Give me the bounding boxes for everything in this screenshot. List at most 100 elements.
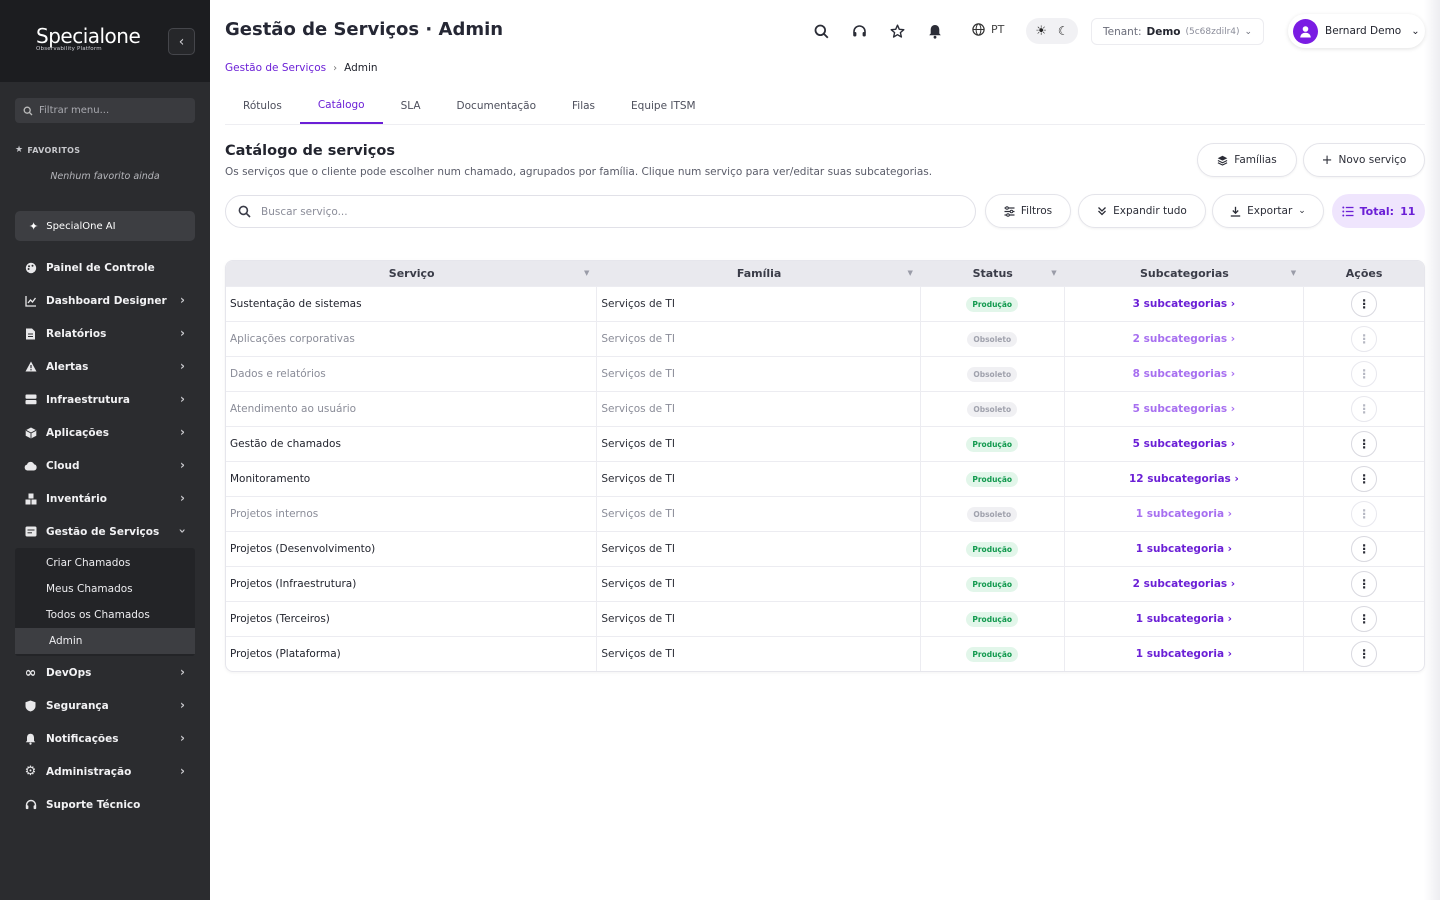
table-row[interactable]: Aplicações corporativas Serviços de TI Obs… — [226, 321, 1424, 356]
more-actions-button[interactable]: ⋮ — [1351, 501, 1378, 527]
sidebar-item-infraestrutura[interactable]: Infraestrutura › — [15, 383, 195, 416]
more-actions-button[interactable]: ⋮ — [1351, 431, 1378, 457]
language-label: PT — [991, 23, 1005, 36]
subcategories-link[interactable]: 8 subcategorias › — [1133, 368, 1235, 380]
column-header-servico[interactable]: Serviço ▼ — [226, 261, 597, 286]
sidebar-item-notificacoes[interactable]: Notificações › — [15, 722, 195, 755]
table-row[interactable]: Projetos (Desenvolvimento) Serviços de TI… — [226, 531, 1424, 566]
submenu-item-meus-chamados[interactable]: Meus Chamados — [15, 576, 195, 602]
sidebar-item-label: Inventário — [46, 492, 107, 505]
subcategories-link[interactable]: 1 subcategoria › — [1136, 613, 1232, 625]
subcategories-link[interactable]: 2 subcategorias › — [1133, 333, 1235, 345]
column-header-subcategorias[interactable]: Subcategorias ▼ — [1065, 261, 1305, 286]
filters-button[interactable]: Filtros — [985, 194, 1071, 228]
tab-equipe-itsm[interactable]: Equipe ITSM — [613, 88, 714, 124]
subcategories-link[interactable]: 1 subcategoria › — [1136, 543, 1232, 555]
subcategories-link[interactable]: 1 subcategoria › — [1136, 508, 1232, 520]
more-actions-button[interactable]: ⋮ — [1351, 326, 1378, 352]
sidebar-item-aplicacoes[interactable]: Aplicações › — [15, 416, 195, 449]
service-name[interactable]: Projetos (Plataforma) — [230, 648, 341, 660]
breadcrumb-link[interactable]: Gestão de Serviços — [225, 62, 326, 74]
service-name[interactable]: Dados e relatórios — [230, 368, 326, 380]
tab-documentacao[interactable]: Documentação — [439, 88, 554, 124]
table-row[interactable]: Gestão de chamados Serviços de TI Produção… — [226, 426, 1424, 461]
support-button[interactable] — [848, 20, 870, 42]
sort-icon[interactable]: ▼ — [584, 269, 589, 277]
service-name[interactable]: Projetos internos — [230, 508, 318, 520]
sidebar-item-seguranca[interactable]: Segurança › — [15, 689, 195, 722]
sort-icon[interactable]: ▼ — [1051, 269, 1056, 277]
service-name[interactable]: Projetos (Terceiros) — [230, 613, 330, 625]
table-row[interactable]: Dados e relatórios Serviços de TI Obsoleto… — [226, 356, 1424, 391]
logo[interactable]: Specialone Observability Platform — [36, 24, 141, 52]
table-row[interactable]: Atendimento ao usuário Serviços de TI Obso… — [226, 391, 1424, 426]
column-header-familia[interactable]: Família ▼ — [597, 261, 920, 286]
service-name[interactable]: Monitoramento — [230, 473, 310, 485]
table-row[interactable]: Monitoramento Serviços de TI Produção 12 su… — [226, 461, 1424, 496]
table-row[interactable]: Projetos internos Serviços de TI Obsoleto 1… — [226, 496, 1424, 531]
service-name[interactable]: Sustentação de sistemas — [230, 298, 362, 310]
more-actions-button[interactable]: ⋮ — [1351, 396, 1378, 422]
sidebar-item-alertas[interactable]: Alertas › — [15, 350, 195, 383]
notifications-button[interactable] — [924, 20, 946, 42]
sidebar-item-inventario[interactable]: Inventário › — [15, 482, 195, 515]
column-header-status[interactable]: Status ▼ — [921, 261, 1065, 286]
more-actions-button[interactable]: ⋮ — [1351, 361, 1378, 387]
sidebar-item-devops[interactable]: ∞ DevOps › — [15, 656, 195, 689]
new-service-button[interactable]: + Novo serviço — [1303, 143, 1425, 177]
more-actions-button[interactable]: ⋮ — [1351, 641, 1378, 667]
service-name[interactable]: Projetos (Infraestrutura) — [230, 578, 356, 590]
menu-filter-input[interactable] — [39, 105, 179, 116]
sidebar-item-dashboard-designer[interactable]: Dashboard Designer › — [15, 284, 195, 317]
table-row[interactable]: Projetos (Infraestrutura) Serviços de TI P… — [226, 566, 1424, 601]
subcategories-link[interactable]: 5 subcategorias › — [1133, 438, 1235, 450]
families-button[interactable]: Famílias — [1197, 143, 1297, 177]
submenu-item-todos-chamados[interactable]: Todos os Chamados — [15, 602, 195, 628]
tab-rotulos[interactable]: Rótulos — [225, 88, 300, 124]
sidebar-item-painel[interactable]: Painel de Controle — [15, 251, 195, 284]
sidebar-item-administracao[interactable]: ⚙ Administração › — [15, 755, 195, 788]
service-name[interactable]: Aplicações corporativas — [230, 333, 355, 345]
subcategories-link[interactable]: 1 subcategoria › — [1136, 648, 1232, 660]
service-name[interactable]: Projetos (Desenvolvimento) — [230, 543, 375, 555]
sidebar-item-gestao-servicos[interactable]: Gestão de Serviços › — [15, 515, 195, 548]
expand-all-button[interactable]: Expandir tudo — [1078, 194, 1206, 228]
theme-toggle[interactable]: ☀ ☾ — [1026, 18, 1078, 44]
export-button[interactable]: Exportar ⌄ — [1212, 194, 1324, 228]
service-search-input[interactable] — [261, 205, 941, 218]
tenant-selector[interactable]: Tenant: Demo (5c68zdilr4) ⌄ — [1091, 18, 1265, 45]
sidebar-item-relatorios[interactable]: Relatórios › — [15, 317, 195, 350]
subcategories-cell: 1 subcategoria › — [1065, 497, 1305, 531]
table-row[interactable]: Projetos (Plataforma) Serviços de TI Produ… — [226, 636, 1424, 671]
more-actions-button[interactable]: ⋮ — [1351, 571, 1378, 597]
sort-icon[interactable]: ▼ — [1291, 269, 1296, 277]
more-actions-button[interactable]: ⋮ — [1351, 291, 1378, 317]
sidebar-item-suporte[interactable]: Suporte Técnico — [15, 788, 195, 821]
submenu-item-admin[interactable]: Admin — [15, 628, 195, 654]
specialone-ai-button[interactable]: ✦ SpecialOne AI — [15, 211, 195, 241]
subcategories-link[interactable]: 12 subcategorias › — [1129, 473, 1239, 485]
family-cell: Serviços de TI — [597, 392, 921, 426]
language-selector[interactable]: PT — [972, 23, 1004, 36]
table-row[interactable]: Sustentação de sistemas Serviços de TI Pro… — [226, 286, 1424, 321]
sort-icon[interactable]: ▼ — [907, 269, 912, 277]
search-button[interactable] — [810, 20, 832, 42]
tab-catalogo[interactable]: Catálogo — [299, 88, 383, 124]
service-name[interactable]: Gestão de chamados — [230, 438, 341, 450]
favorites-button[interactable] — [886, 20, 908, 42]
more-actions-button[interactable]: ⋮ — [1351, 606, 1378, 632]
table-row[interactable]: Projetos (Terceiros) Serviços de TI Produç… — [226, 601, 1424, 636]
submenu-item-criar-chamados[interactable]: Criar Chamados — [15, 550, 195, 576]
subcategories-link[interactable]: 2 subcategorias › — [1133, 578, 1235, 590]
service-name[interactable]: Atendimento ao usuário — [230, 403, 356, 415]
user-menu[interactable]: Bernard Demo ⌄ — [1288, 14, 1425, 48]
sidebar-item-cloud[interactable]: Cloud › — [15, 449, 195, 482]
more-actions-button[interactable]: ⋮ — [1351, 466, 1378, 492]
subcategories-link[interactable]: 5 subcategorias › — [1133, 403, 1235, 415]
subcategories-link[interactable]: 3 subcategorias › — [1133, 298, 1235, 310]
more-actions-button[interactable]: ⋮ — [1351, 536, 1378, 562]
collapse-sidebar-button[interactable]: ‹ — [168, 28, 195, 55]
tab-sla[interactable]: SLA — [383, 88, 439, 124]
tab-filas[interactable]: Filas — [554, 88, 613, 124]
kebab-icon: ⋮ — [1358, 542, 1371, 556]
